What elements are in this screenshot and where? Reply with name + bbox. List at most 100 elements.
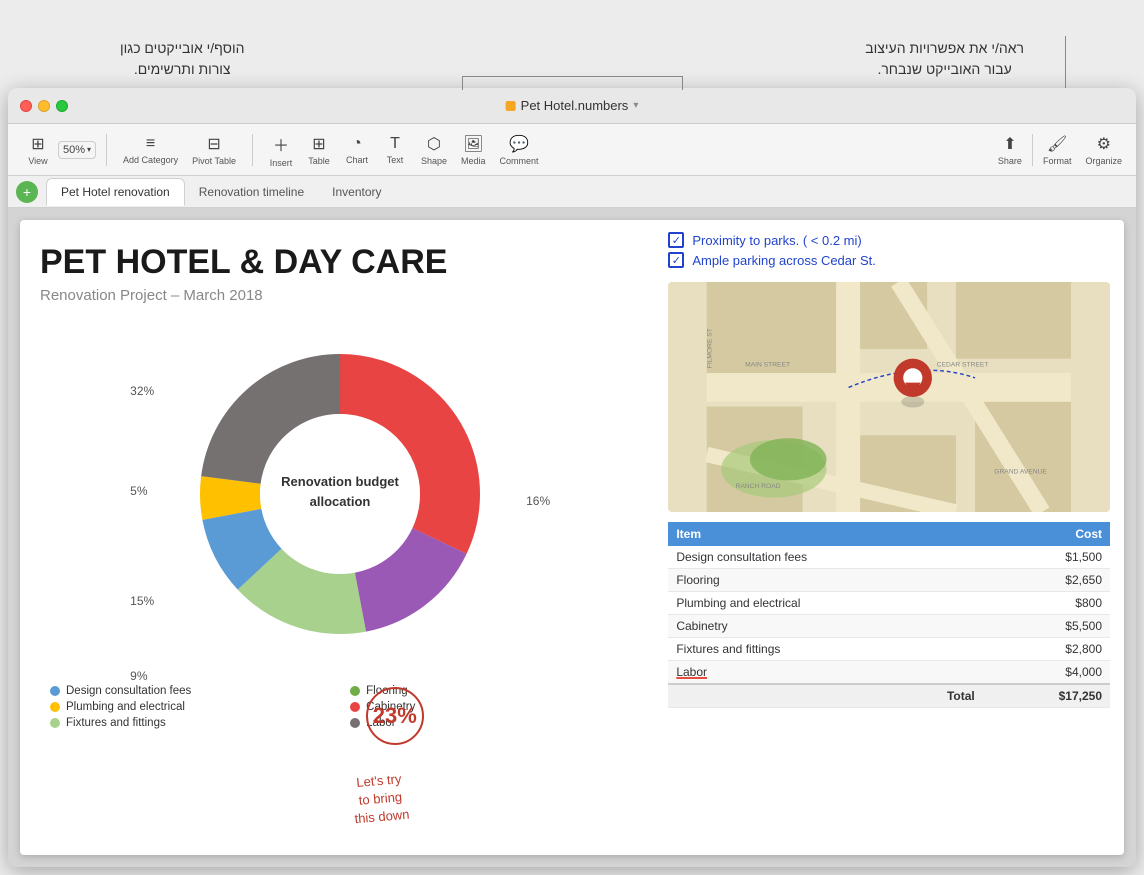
pivot-icon: ⊟ — [207, 134, 220, 154]
table-total-label: Total — [668, 684, 982, 708]
table-cell-cost-5: $4,000 — [983, 661, 1110, 685]
callout-23-badge: 23% — [366, 687, 424, 745]
hw-checkbox-2[interactable]: ✓ — [668, 252, 684, 268]
shape-icon: ⬡ — [427, 134, 441, 154]
legend-color-5 — [350, 718, 360, 728]
tab-pet-hotel-renovation[interactable]: Pet Hotel renovation — [46, 178, 185, 206]
annotation-line-right-vert — [682, 76, 683, 90]
table-label: Table — [308, 156, 330, 166]
format-label: Format — [1043, 156, 1072, 166]
legend-color-1 — [350, 686, 360, 696]
add-category-button[interactable]: ≡ Add Category — [117, 131, 184, 169]
toolbar-view-group: ⊞ View 50% ▾ — [16, 130, 100, 170]
comment-label: Comment — [500, 156, 539, 166]
main-content: PET HOTEL & DAY CARE Renovation Project … — [8, 208, 1136, 867]
label-9: 9% — [130, 669, 147, 683]
legend-item-2: Plumbing and electrical — [50, 701, 330, 713]
tab-inventory[interactable]: Inventory — [318, 178, 395, 206]
traffic-lights — [20, 100, 68, 112]
table-row: Design consultation fees $1,500 — [668, 546, 1110, 569]
shape-button[interactable]: ⬡ Shape — [415, 130, 453, 170]
zoom-value: 50% — [63, 144, 85, 156]
tab-label-0: Pet Hotel renovation — [61, 185, 170, 199]
table-row: Plumbing and electrical $800 — [668, 592, 1110, 615]
table-total-value: $17,250 — [983, 684, 1110, 708]
budget-table: Item Cost Design consultation fees $1,50… — [668, 522, 1110, 708]
table-cell-item-1: Flooring — [668, 569, 982, 592]
zoom-button[interactable]: 50% ▾ — [58, 141, 96, 159]
table-cell-cost-2: $800 — [983, 592, 1110, 615]
hw-note-text-1: Proximity to parks. ( < 0.2 mi) — [692, 233, 861, 248]
shape-label: Shape — [421, 156, 447, 166]
tab-renovation-timeline[interactable]: Renovation timeline — [185, 178, 318, 206]
text-button[interactable]: T Text — [377, 131, 413, 169]
window-title-area: Pet Hotel.numbers ▾ — [506, 98, 639, 113]
share-icon: ⬆ — [1003, 134, 1016, 154]
minimize-button[interactable] — [38, 100, 50, 112]
svg-text:FILMORE ST: FILMORE ST — [707, 328, 714, 368]
table-button[interactable]: ⊞ Table — [301, 130, 337, 170]
organize-label: Organize — [1085, 156, 1122, 166]
svg-text:MAIN STREET: MAIN STREET — [745, 361, 790, 368]
table-cell-item-4: Fixtures and fittings — [668, 638, 982, 661]
svg-text:allocation: allocation — [310, 494, 371, 509]
titlebar: Pet Hotel.numbers ▾ — [8, 88, 1136, 124]
table-cell-item-0: Design consultation fees — [668, 546, 982, 569]
close-button[interactable] — [20, 100, 32, 112]
text-icon: T — [390, 135, 400, 153]
svg-text:Renovation budget: Renovation budget — [281, 474, 399, 489]
hw-note-1: ✓ Proximity to parks. ( < 0.2 mi) — [668, 232, 1110, 248]
presentation-title: PET HOTEL & DAY CARE — [40, 244, 640, 281]
label-5: 5% — [130, 484, 147, 498]
insert-button[interactable]: ＋ Insert — [263, 128, 299, 172]
pivot-table-button[interactable]: ⊟ Pivot Table — [186, 130, 242, 170]
table-cell-item-5: Labor — [668, 661, 982, 685]
maximize-button[interactable] — [56, 100, 68, 112]
left-panel: PET HOTEL & DAY CARE Renovation Project … — [20, 220, 660, 855]
labor-underline-text: Labor — [676, 665, 707, 679]
view-button[interactable]: ⊞ View — [20, 130, 56, 170]
legend-color-4 — [50, 718, 60, 728]
donut-chart-area: 32% 5% 15% 9% 16% — [130, 324, 550, 669]
media-icon: 🖼 — [463, 134, 483, 154]
legend-color-2 — [50, 702, 60, 712]
table-cell-cost-3: $5,500 — [983, 615, 1110, 638]
legend-color-3 — [350, 702, 360, 712]
window: Pet Hotel.numbers ▾ ⊞ View 50% ▾ ≡ Add C… — [8, 88, 1136, 867]
add-category-label: Add Category — [123, 155, 178, 165]
annotation-left: הוסף/י אובייקטים כגון צורות ותרשימים. — [120, 38, 244, 80]
svg-text:RANCH ROAD: RANCH ROAD — [736, 483, 781, 490]
organize-icon: ⚙ — [1097, 134, 1111, 154]
format-button[interactable]: 🖌 Format — [1037, 130, 1078, 170]
presentation-subtitle: Renovation Project – March 2018 — [40, 287, 640, 304]
comment-button[interactable]: 💬 Comment — [494, 130, 545, 170]
table-cell-item-2: Plumbing and electrical — [668, 592, 982, 615]
add-sheet-button[interactable]: + — [16, 181, 38, 203]
media-button[interactable]: 🖼 Media — [455, 130, 492, 170]
hw-check-1: ✓ — [672, 234, 681, 247]
toolbar: ⊞ View 50% ▾ ≡ Add Category ⊟ Pivot Tabl… — [8, 124, 1136, 176]
chart-right-label: 16% — [526, 494, 550, 508]
table-row: Fixtures and fittings $2,800 — [668, 638, 1110, 661]
toolbar-separator-3 — [1032, 134, 1033, 166]
label-32: 32% — [130, 384, 154, 398]
text-label: Text — [387, 155, 404, 165]
table-cell-cost-0: $1,500 — [983, 546, 1110, 569]
canvas[interactable]: PET HOTEL & DAY CARE Renovation Project … — [20, 220, 1124, 855]
chart-icon: ◔ — [352, 135, 362, 153]
toolbar-separator-2 — [252, 134, 253, 166]
insert-label: Insert — [270, 158, 293, 168]
legend-label-2: Plumbing and electrical — [66, 701, 185, 713]
tab-label-2: Inventory — [332, 185, 381, 199]
hw-checkbox-1[interactable]: ✓ — [668, 232, 684, 248]
table-cell-cost-1: $2,650 — [983, 569, 1110, 592]
map-container: FILMORE ST MAIN STREET CEDAR STREET GRAN… — [668, 282, 1110, 512]
hw-note-text-2: Ample parking across Cedar St. — [692, 253, 876, 268]
organize-button[interactable]: ⚙ Organize — [1079, 130, 1128, 170]
share-button[interactable]: ⬆ Share — [992, 130, 1028, 170]
insert-icon: ＋ — [273, 132, 289, 156]
chart-button[interactable]: ◔ Chart — [339, 131, 375, 169]
legend-label-0: Design consultation fees — [66, 685, 191, 697]
legend-color-0 — [50, 686, 60, 696]
donut-chart[interactable]: Renovation budget allocation — [170, 324, 510, 669]
